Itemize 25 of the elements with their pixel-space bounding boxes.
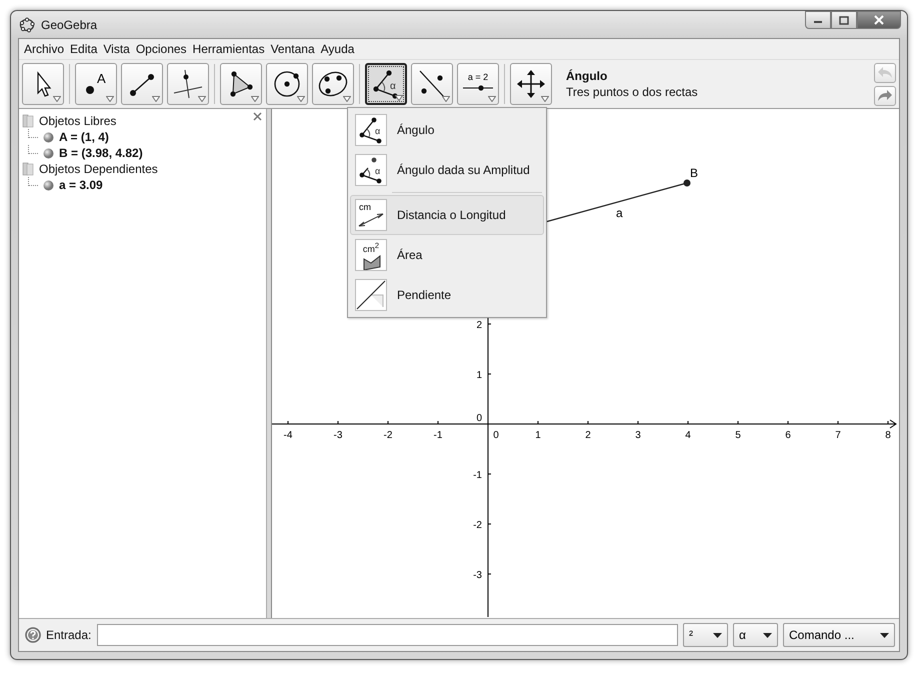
- tick-label: 2: [476, 320, 482, 331]
- window-title: GeoGebra: [41, 18, 98, 32]
- tick-label: -4: [284, 430, 292, 441]
- tick-label: -3: [473, 570, 482, 581]
- input-label: Entrada:: [46, 628, 92, 642]
- tick-label: -3: [334, 430, 342, 441]
- tick-label: 1: [476, 370, 482, 381]
- tool-description: Tres puntos o dos rectas: [566, 84, 698, 100]
- point-label: B: [690, 166, 698, 180]
- tick-label: -2: [473, 520, 482, 531]
- segment-label: a: [616, 206, 623, 220]
- tick-label: 1: [535, 430, 541, 441]
- tick-label: 0: [493, 430, 499, 441]
- tick-label: 5: [735, 430, 741, 441]
- tick-label: 7: [835, 430, 841, 441]
- tick-label: 6: [785, 430, 791, 441]
- tick-label: 0: [476, 413, 482, 424]
- tick-label: 2: [585, 430, 591, 441]
- tick-label: -2: [384, 430, 392, 441]
- tick-label: 4: [685, 430, 691, 441]
- tick-label: 8: [885, 430, 891, 441]
- tick-label: -1: [434, 430, 442, 441]
- tick-label: 3: [635, 430, 641, 441]
- tool-name: Ángulo: [566, 68, 608, 84]
- tick-label: -1: [473, 470, 482, 481]
